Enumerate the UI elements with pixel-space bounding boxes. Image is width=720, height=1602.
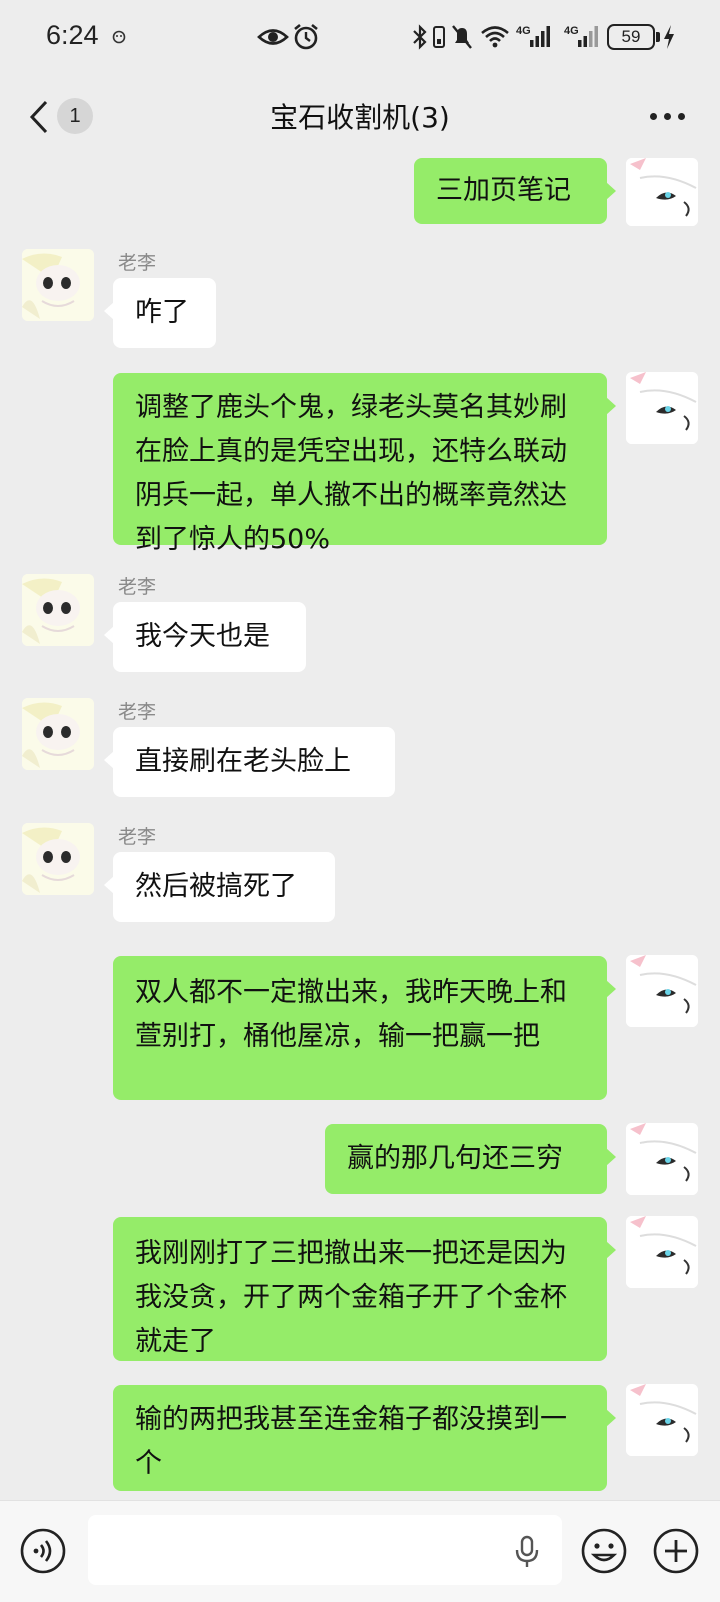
voice-icon[interactable] (19, 1527, 67, 1575)
my-avatar[interactable] (626, 158, 698, 226)
emoji-icon[interactable] (580, 1527, 628, 1575)
message-bubble-outgoing[interactable]: 三加页笔记 (414, 158, 616, 224)
message-bubble-outgoing[interactable]: 双人都不一定撤出来，我昨天晚上和萱别打，桶他屋凉，输一把赢一把 (113, 956, 616, 1100)
eye-comfort-icon (257, 29, 289, 45)
my-avatar[interactable] (626, 955, 698, 1027)
message-text: 我刚刚打了三把撤出来一把还是因为我没贪，开了两个金箱子开了个金杯就走了 (135, 1238, 567, 1357)
cat-avatar-icon (626, 1123, 698, 1195)
message-text: 三加页笔记 (436, 175, 571, 206)
chat-header: 1 宝石收割机(3) (0, 76, 720, 158)
message-text: 调整了鹿头个鬼，绿老头莫名其妙刷在脸上真的是凭空出现，还特么联动阴兵一起，单人撤… (135, 392, 567, 555)
cat-avatar-icon (626, 1216, 698, 1288)
message-bubble-incoming[interactable]: 然后被搞死了 (104, 852, 335, 922)
more-dots-icon[interactable] (648, 110, 688, 124)
cat-avatar-icon (626, 158, 698, 226)
message-bubble-outgoing[interactable]: 调整了鹿头个鬼，绿老头莫名其妙刷在脸上真的是凭空出现，还特么联动阴兵一起，单人撤… (113, 373, 616, 555)
plus-icon[interactable] (652, 1527, 700, 1575)
cat-avatar-icon (626, 1384, 698, 1456)
wifi-icon (481, 26, 509, 48)
status-bar: 6:24 4G 4G 59 (0, 0, 720, 76)
sender-avatar[interactable] (22, 698, 94, 770)
network-type-label-2: 4G (564, 25, 579, 37)
charging-icon (664, 25, 674, 49)
message-text: 输的两把我甚至连金箱子都没摸到一个 (135, 1404, 567, 1479)
alarm-icon (294, 23, 318, 50)
mic-icon[interactable] (514, 1535, 540, 1569)
message-text: 双人都不一定撤出来，我昨天晚上和萱别打，桶他屋凉，输一把赢一把 (135, 977, 567, 1052)
battery-level: 59 (621, 27, 641, 46)
my-avatar[interactable] (626, 1216, 698, 1288)
chat-title: 宝石收割机(3) (270, 101, 450, 134)
unread-count-badge[interactable]: 1 (57, 98, 93, 134)
vibrate-icon (433, 26, 445, 48)
cat-avatar-icon (626, 955, 698, 1027)
message-text: 然后被搞死了 (135, 871, 297, 902)
cat-avatar-icon (626, 372, 698, 444)
bluetooth-icon (413, 24, 427, 50)
input-bar (0, 1500, 720, 1602)
girl-avatar-icon (22, 698, 94, 770)
network-type-label: 4G (516, 25, 531, 37)
battery-cap (656, 32, 660, 42)
message-text: 咋了 (135, 297, 189, 328)
sender-name: 老李 (118, 826, 157, 848)
message-input[interactable] (88, 1515, 562, 1585)
sender-name: 老李 (118, 701, 157, 723)
sender-name: 老李 (118, 576, 157, 598)
sender-avatar[interactable] (22, 249, 94, 321)
chevron-left-icon[interactable] (26, 98, 52, 136)
sender-avatar[interactable] (22, 574, 94, 646)
girl-avatar-icon (22, 574, 94, 646)
message-text: 赢的那几句还三穷 (347, 1143, 563, 1174)
message-text: 直接刷在老头脸上 (135, 746, 351, 777)
message-text: 我今天也是 (135, 621, 270, 652)
status-time: 6:24 (46, 20, 99, 50)
my-avatar[interactable] (626, 1384, 698, 1456)
message-list[interactable]: 三加页笔记 老李 咋了 调整了鹿头个鬼，绿老头莫名其妙刷在脸上真的是凭空出现，还… (0, 158, 720, 1500)
message-bubble-outgoing[interactable]: 我刚刚打了三把撤出来一把还是因为我没贪，开了两个金箱子开了个金杯就走了 (113, 1217, 616, 1361)
message-bubble-incoming[interactable]: 咋了 (104, 278, 216, 348)
battery-icon: 59 (607, 24, 655, 50)
sender-avatar[interactable] (22, 823, 94, 895)
my-avatar[interactable] (626, 1123, 698, 1195)
notification-app-icon (112, 30, 126, 44)
my-avatar[interactable] (626, 372, 698, 444)
girl-avatar-icon (22, 249, 94, 321)
signal-icon-2: 4G (564, 25, 598, 47)
signal-icon: 4G (516, 25, 550, 47)
message-bubble-outgoing[interactable]: 输的两把我甚至连金箱子都没摸到一个 (113, 1385, 616, 1491)
message-bubble-incoming[interactable]: 我今天也是 (104, 602, 306, 672)
message-bubble-outgoing[interactable]: 赢的那几句还三穷 (325, 1124, 616, 1194)
mute-icon (452, 25, 472, 49)
message-bubble-incoming[interactable]: 直接刷在老头脸上 (104, 727, 395, 797)
girl-avatar-icon (22, 823, 94, 895)
sender-name: 老李 (118, 252, 157, 274)
